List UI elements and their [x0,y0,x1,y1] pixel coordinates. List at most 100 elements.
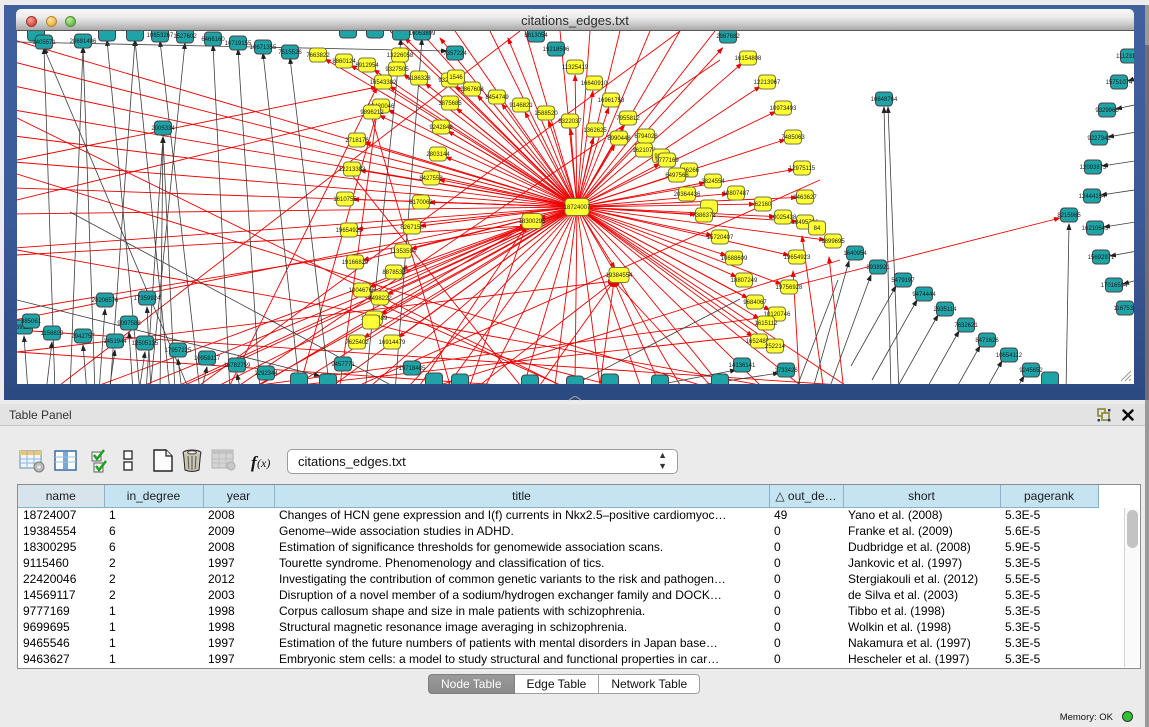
svg-text:16543382: 16543382 [370,80,397,86]
svg-text:2005334: 2005334 [151,126,175,132]
svg-text:11123144: 11123144 [1116,54,1134,60]
svg-text:9170063: 9170063 [409,200,433,206]
svg-text:1527602: 1527602 [173,34,197,40]
svg-text:10807487: 10807487 [723,191,750,197]
svg-text:14136141: 14136141 [729,363,756,369]
svg-text:1546: 1546 [449,75,463,81]
svg-text:10958117: 10958117 [194,356,221,362]
svg-text:7485063: 7485063 [781,135,805,141]
svg-text:12975115: 12975115 [789,166,816,172]
svg-text:8427552: 8427552 [419,176,443,182]
svg-text:19654923: 19654923 [784,255,811,261]
svg-text:16648764: 16648764 [871,97,898,103]
svg-text:10973493: 10973493 [770,106,797,112]
svg-text:17016504: 17016504 [1101,283,1128,289]
svg-text:2942757: 2942757 [71,334,95,340]
svg-text:9777169: 9777169 [655,158,679,164]
svg-text:15720407: 15720407 [707,235,734,241]
svg-text:16914479: 16914479 [379,340,406,346]
svg-text:13226058: 13226058 [387,53,414,59]
svg-text:8215985: 8215985 [1057,213,1081,219]
svg-text:11325419: 11325419 [562,65,589,71]
svg-text:7625402: 7625402 [345,340,369,346]
svg-text:11353594: 11353594 [390,249,417,255]
svg-text:9327505: 9327505 [385,67,409,73]
svg-text:18300295: 18300295 [519,219,546,225]
svg-text:2867608: 2867608 [460,87,484,93]
svg-text:1167533: 1167533 [1114,306,1134,312]
svg-text:16640910: 16640910 [581,81,608,87]
svg-text:18807249: 18807249 [731,278,758,284]
svg-text:9899695: 9899695 [821,239,845,245]
svg-text:20364436: 20364436 [674,192,701,198]
svg-text:12505135: 12505135 [132,341,159,347]
svg-text:19654923: 19654923 [336,228,363,234]
svg-text:62160: 62160 [755,202,772,208]
svg-text:2803144: 2803144 [426,152,450,158]
svg-text:12093873: 12093873 [1080,165,1107,171]
svg-text:17359924: 17359924 [134,296,161,302]
svg-text:1156829: 1156829 [41,331,65,337]
svg-text:2987682: 2987682 [716,34,740,40]
svg-text:19384554: 19384554 [606,273,633,279]
svg-text:8813054: 8813054 [524,33,548,39]
svg-text:8322037: 8322037 [558,119,582,125]
svg-text:3824554: 3824554 [701,179,725,185]
svg-text:6466160: 6466160 [201,37,225,43]
svg-text:7663822: 7663822 [306,53,330,59]
svg-text:1640954: 1640954 [843,251,867,257]
svg-text:16210643: 16210643 [1082,226,1109,232]
svg-text:6497568: 6497568 [665,173,689,179]
svg-text:17957225: 17957225 [165,348,192,354]
svg-text:9146821: 9146821 [509,103,533,109]
svg-text:8938921: 8938921 [866,265,890,271]
svg-text:19166829: 19166829 [342,260,369,266]
svg-text:(x): (x) [257,456,270,470]
svg-text:10653267: 10653267 [147,33,174,39]
svg-text:16782759: 16782759 [224,363,251,369]
svg-text:9457771: 9457771 [331,362,355,368]
svg-text:4498222: 4498222 [368,296,392,302]
svg-text:16053809: 16053809 [409,31,436,37]
svg-text:12213967: 12213967 [754,80,781,86]
svg-text:9474444: 9474444 [912,292,936,298]
svg-text:7357224: 7357224 [443,51,467,57]
svg-text:1615112: 1615112 [755,321,779,327]
svg-text:10671355: 10671355 [250,45,277,51]
svg-text:2935114: 2935114 [934,307,958,313]
svg-text:8267150: 8267150 [400,225,424,231]
svg-text:7955812: 7955812 [616,116,640,122]
svg-text:8912954: 8912954 [355,63,379,69]
svg-text:5479197: 5479197 [891,278,915,284]
svg-text:9463627: 9463627 [793,195,817,201]
svg-text:2718176: 2718176 [345,138,369,144]
svg-text:10654112: 10654112 [996,353,1023,359]
svg-text:9227342: 9227342 [1087,136,1111,142]
svg-text:16154808: 16154808 [735,56,762,62]
svg-text:15692971: 15692971 [1088,255,1115,261]
svg-text:252214: 252214 [765,344,786,350]
svg-text:18724007: 18724007 [564,205,591,211]
svg-text:12213383: 12213383 [339,167,366,173]
svg-text:19218596: 19218596 [543,47,570,53]
svg-text:20691406: 20691406 [70,39,97,45]
svg-text:9242848: 9242848 [429,125,453,131]
svg-text:15751074: 15751074 [1106,80,1133,86]
svg-text:84: 84 [814,226,821,232]
svg-text:9329966: 9329966 [1095,108,1119,114]
svg-text:9896212: 9896212 [360,110,384,116]
svg-text:1405571: 1405571 [32,40,56,46]
svg-text:1292344: 1292344 [254,371,278,377]
svg-text:10719155: 10719155 [225,41,252,47]
svg-text:10688609: 10688609 [721,256,748,262]
svg-text:7515526: 7515526 [278,50,302,56]
svg-text:1362625: 1362625 [583,128,607,134]
svg-text:3875685: 3875685 [438,101,462,107]
svg-text:1610755: 1610755 [333,197,357,203]
svg-text:8454749: 8454749 [485,95,509,101]
svg-text:9684067: 9684067 [743,300,767,306]
svg-text:385061: 385061 [21,319,42,325]
svg-text:20206576: 20206576 [92,298,119,304]
svg-text:7632621: 7632621 [954,323,978,329]
svg-text:1733426: 1733426 [774,368,798,374]
